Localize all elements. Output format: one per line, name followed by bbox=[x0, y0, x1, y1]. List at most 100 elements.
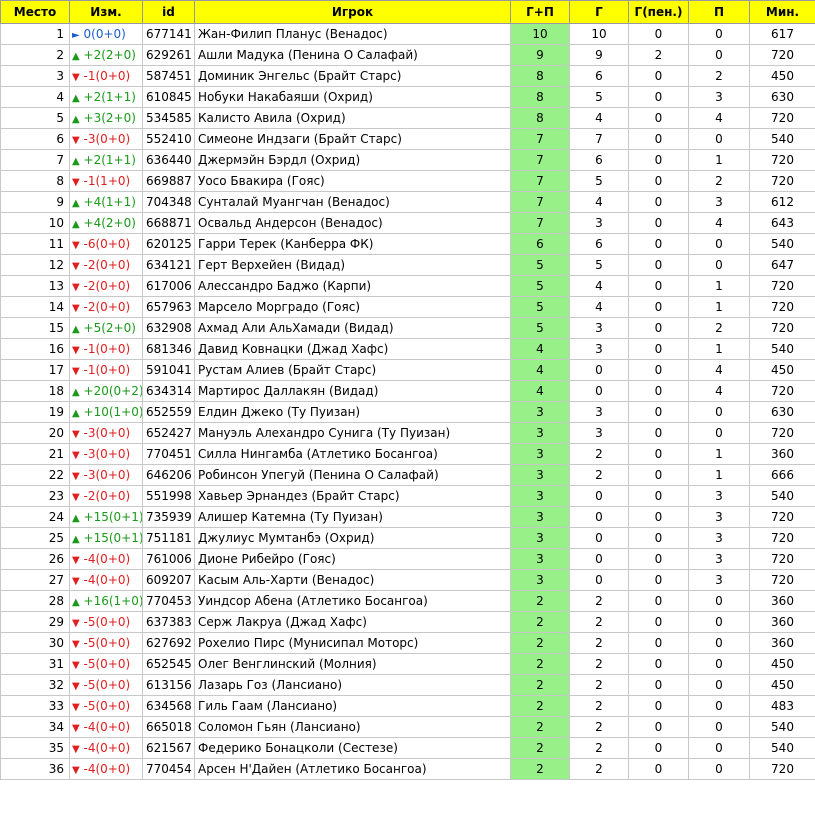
player-name-cell[interactable]: Калисто Авила (Охрид) bbox=[194, 107, 511, 129]
penalty-goals-cell[interactable]: 0 bbox=[628, 296, 689, 318]
goals-assists-cell[interactable]: 2 bbox=[510, 653, 570, 675]
goals-assists-cell[interactable]: 3 bbox=[510, 485, 570, 507]
player-name-cell[interactable]: Джермэйн Бэрдл (Охрид) bbox=[194, 149, 511, 171]
goals-assists-cell[interactable]: 3 bbox=[510, 443, 570, 465]
goals-cell[interactable]: 2 bbox=[569, 716, 629, 738]
change-cell[interactable]: ▼ -3(0+0) bbox=[69, 443, 143, 465]
place-cell[interactable]: 27 bbox=[0, 569, 70, 591]
change-cell[interactable]: ▼ -6(0+0) bbox=[69, 233, 143, 255]
player-id-cell[interactable]: 770453 bbox=[142, 590, 195, 612]
minutes-cell[interactable]: 720 bbox=[749, 317, 815, 339]
player-id-cell[interactable]: 669887 bbox=[142, 170, 195, 192]
col-header-place[interactable]: Место bbox=[0, 0, 70, 24]
minutes-cell[interactable]: 540 bbox=[749, 233, 815, 255]
player-name-cell[interactable]: Ашли Мадука (Пенина О Салафай) bbox=[194, 44, 511, 66]
penalty-goals-cell[interactable]: 0 bbox=[628, 569, 689, 591]
table-row[interactable]: 17 ▼ -1(0+0) 591041 Рустам Алиев (Брайт Ста… bbox=[0, 359, 815, 381]
goals-assists-cell[interactable]: 2 bbox=[510, 590, 570, 612]
change-cell[interactable]: ▲ +2(1+1) bbox=[69, 86, 143, 108]
goals-assists-cell[interactable]: 4 bbox=[510, 338, 570, 360]
minutes-cell[interactable]: 617 bbox=[749, 23, 815, 45]
place-cell[interactable]: 24 bbox=[0, 506, 70, 528]
goals-cell[interactable]: 10 bbox=[569, 23, 629, 45]
player-id-cell[interactable]: 770454 bbox=[142, 758, 195, 780]
assists-cell[interactable]: 0 bbox=[688, 737, 750, 759]
penalty-goals-cell[interactable]: 0 bbox=[628, 653, 689, 675]
place-cell[interactable]: 8 bbox=[0, 170, 70, 192]
goals-assists-cell[interactable]: 8 bbox=[510, 86, 570, 108]
player-name-cell[interactable]: Гарри Терек (Канберра ФК) bbox=[194, 233, 511, 255]
goals-cell[interactable]: 0 bbox=[569, 380, 629, 402]
player-name-cell[interactable]: Касым Аль-Харти (Венадос) bbox=[194, 569, 511, 591]
goals-assists-cell[interactable]: 5 bbox=[510, 317, 570, 339]
player-id-cell[interactable]: 637383 bbox=[142, 611, 195, 633]
player-id-cell[interactable]: 668871 bbox=[142, 212, 195, 234]
table-row[interactable]: 12 ▼ -2(0+0) 634121 Герт Верхейен (Видад) 5 5… bbox=[0, 254, 815, 276]
place-cell[interactable]: 26 bbox=[0, 548, 70, 570]
place-cell[interactable]: 12 bbox=[0, 254, 70, 276]
goals-cell[interactable]: 0 bbox=[569, 527, 629, 549]
player-name-cell[interactable]: Елдин Джеко (Ту Пуизан) bbox=[194, 401, 511, 423]
table-row[interactable]: 16 ▼ -1(0+0) 681346 Давид Ковнацки (Джад Ха… bbox=[0, 338, 815, 360]
change-cell[interactable]: ▼ -5(0+0) bbox=[69, 653, 143, 675]
minutes-cell[interactable]: 720 bbox=[749, 149, 815, 171]
table-row[interactable]: 1 ► 0(0+0) 677141 Жан-Филип Планус (Венадос… bbox=[0, 23, 815, 45]
minutes-cell[interactable]: 540 bbox=[749, 338, 815, 360]
place-cell[interactable]: 33 bbox=[0, 695, 70, 717]
player-id-cell[interactable]: 704348 bbox=[142, 191, 195, 213]
table-row[interactable]: 7 ▲ +2(1+1) 636440 Джермэйн Бэрдл (Охрид) 7 6… bbox=[0, 149, 815, 171]
player-id-cell[interactable]: 735939 bbox=[142, 506, 195, 528]
penalty-goals-cell[interactable]: 0 bbox=[628, 128, 689, 150]
player-name-cell[interactable]: Лазарь Гоз (Лансиано) bbox=[194, 674, 511, 696]
assists-cell[interactable]: 4 bbox=[688, 380, 750, 402]
player-name-cell[interactable]: Федерико Бонацколи (Сестезе) bbox=[194, 737, 511, 759]
player-id-cell[interactable]: 552410 bbox=[142, 128, 195, 150]
player-id-cell[interactable]: 652559 bbox=[142, 401, 195, 423]
col-header-change[interactable]: Изм. bbox=[69, 0, 143, 24]
goals-cell[interactable]: 9 bbox=[569, 44, 629, 66]
minutes-cell[interactable]: 612 bbox=[749, 191, 815, 213]
assists-cell[interactable]: 1 bbox=[688, 464, 750, 486]
player-name-cell[interactable]: Уосо Бвакира (Гояс) bbox=[194, 170, 511, 192]
change-cell[interactable]: ▲ +15(0+1) bbox=[69, 527, 143, 549]
goals-cell[interactable]: 5 bbox=[569, 254, 629, 276]
goals-assists-cell[interactable]: 6 bbox=[510, 233, 570, 255]
minutes-cell[interactable]: 630 bbox=[749, 401, 815, 423]
goals-cell[interactable]: 4 bbox=[569, 191, 629, 213]
goals-cell[interactable]: 3 bbox=[569, 422, 629, 444]
penalty-goals-cell[interactable]: 0 bbox=[628, 170, 689, 192]
player-id-cell[interactable]: 609207 bbox=[142, 569, 195, 591]
player-id-cell[interactable]: 652545 bbox=[142, 653, 195, 675]
col-header-minutes[interactable]: Мин. bbox=[749, 0, 815, 24]
table-row[interactable]: 21 ▼ -3(0+0) 770451 Силла Нингамба (Атлетик… bbox=[0, 443, 815, 465]
penalty-goals-cell[interactable]: 0 bbox=[628, 422, 689, 444]
table-row[interactable]: 29 ▼ -5(0+0) 637383 Серж Лакруа (Джад Хафс)… bbox=[0, 611, 815, 633]
assists-cell[interactable]: 2 bbox=[688, 170, 750, 192]
player-id-cell[interactable]: 613156 bbox=[142, 674, 195, 696]
minutes-cell[interactable]: 360 bbox=[749, 611, 815, 633]
player-name-cell[interactable]: Арсен Н'Дайен (Атлетико Босангоа) bbox=[194, 758, 511, 780]
goals-assists-cell[interactable]: 2 bbox=[510, 716, 570, 738]
goals-cell[interactable]: 6 bbox=[569, 65, 629, 87]
goals-assists-cell[interactable]: 3 bbox=[510, 548, 570, 570]
penalty-goals-cell[interactable]: 0 bbox=[628, 233, 689, 255]
table-row[interactable]: 10 ▲ +4(2+0) 668871 Освальд Андерсон (Венад… bbox=[0, 212, 815, 234]
player-id-cell[interactable]: 617006 bbox=[142, 275, 195, 297]
change-cell[interactable]: ▲ +3(2+0) bbox=[69, 107, 143, 129]
assists-cell[interactable]: 0 bbox=[688, 401, 750, 423]
goals-cell[interactable]: 2 bbox=[569, 758, 629, 780]
minutes-cell[interactable]: 450 bbox=[749, 653, 815, 675]
player-name-cell[interactable]: Симеоне Индзаги (Брайт Старс) bbox=[194, 128, 511, 150]
change-cell[interactable]: ▲ +15(0+1) bbox=[69, 506, 143, 528]
place-cell[interactable]: 5 bbox=[0, 107, 70, 129]
assists-cell[interactable]: 3 bbox=[688, 191, 750, 213]
minutes-cell[interactable]: 360 bbox=[749, 590, 815, 612]
player-name-cell[interactable]: Ахмад Али АльХамади (Видад) bbox=[194, 317, 511, 339]
place-cell[interactable]: 35 bbox=[0, 737, 70, 759]
penalty-goals-cell[interactable]: 0 bbox=[628, 632, 689, 654]
col-header-goals[interactable]: Г bbox=[569, 0, 629, 24]
minutes-cell[interactable]: 720 bbox=[749, 422, 815, 444]
player-id-cell[interactable]: 620125 bbox=[142, 233, 195, 255]
change-cell[interactable]: ▲ +16(1+0) bbox=[69, 590, 143, 612]
change-cell[interactable]: ▲ +10(1+0) bbox=[69, 401, 143, 423]
